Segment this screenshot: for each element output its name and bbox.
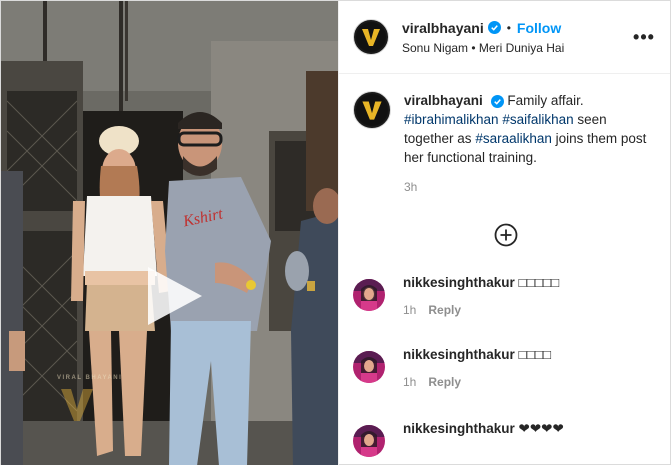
commenter-avatar[interactable] — [353, 425, 385, 457]
comment-text: □□□□ — [518, 347, 552, 362]
comment-item: nikkesinghthakur □□□□ 1h Reply — [353, 347, 551, 389]
comment-username[interactable]: nikkesinghthakur — [403, 347, 515, 362]
play-icon — [148, 267, 202, 325]
header-text: viralbhayani • Follow Sonu Nigam • Meri … — [402, 20, 632, 55]
load-more-comments-button[interactable] — [494, 223, 518, 247]
commenter-avatar-image — [353, 279, 385, 311]
commenter-avatar-image — [353, 351, 385, 383]
more-options-button[interactable]: ••• — [632, 27, 656, 48]
hashtag-link[interactable]: #ibrahimalikhan — [404, 112, 499, 127]
comment-text: □□□□□ — [518, 275, 560, 290]
comment-text: ❤❤❤❤ — [518, 421, 564, 436]
more-options-icon: ••• — [633, 26, 655, 47]
author-username[interactable]: viralbhayani — [402, 20, 484, 36]
caption-author-avatar[interactable] — [353, 91, 391, 129]
comment-item: nikkesinghthakur □□□□□ 1h Reply — [353, 275, 559, 317]
caption-username[interactable]: viralbhayani — [404, 93, 483, 108]
hashtag-link[interactable]: #saraalikhan — [475, 131, 552, 146]
viral-logo-icon — [356, 22, 386, 52]
comment-item: nikkesinghthakur ❤❤❤❤ — [353, 421, 564, 457]
post-side-panel: viralbhayani • Follow Sonu Nigam • Meri … — [338, 1, 670, 465]
comment-body: nikkesinghthakur □□□□ 1h Reply — [403, 347, 551, 389]
comment-time[interactable]: 1h — [403, 375, 416, 389]
reply-button[interactable]: Reply — [428, 375, 461, 389]
video-watermark-text: VIRAL BHAYANI — [57, 375, 123, 381]
comment-line: nikkesinghthakur □□□□□ — [403, 275, 559, 290]
comment-username[interactable]: nikkesinghthakur — [403, 421, 515, 436]
verified-badge-icon — [487, 21, 501, 34]
comment-line: nikkesinghthakur □□□□ — [403, 347, 551, 362]
comment-meta: 1h Reply — [403, 303, 559, 317]
watermark-logo-icon — [61, 389, 93, 421]
caption-timestamp[interactable]: 3h — [404, 178, 656, 197]
separator-dot: • — [506, 20, 511, 35]
post-header: viralbhayani • Follow Sonu Nigam • Meri … — [339, 1, 670, 74]
comment-username[interactable]: nikkesinghthakur — [403, 275, 515, 290]
hashtag-link[interactable]: #saifalikhan — [502, 112, 573, 127]
reply-button[interactable]: Reply — [428, 303, 461, 317]
comment-line: nikkesinghthakur ❤❤❤❤ — [403, 421, 564, 437]
caption-text-start: Family affair. — [507, 93, 584, 108]
caption-body: viralbhayani Family affair. #ibrahimalik… — [404, 91, 656, 197]
comment-body: nikkesinghthakur ❤❤❤❤ — [403, 421, 564, 457]
commenter-avatar[interactable] — [353, 279, 385, 311]
follow-button[interactable]: Follow — [517, 20, 561, 36]
verified-badge-icon — [490, 94, 504, 108]
comment-body: nikkesinghthakur □□□□□ 1h Reply — [403, 275, 559, 317]
commenter-avatar[interactable] — [353, 351, 385, 383]
comment-meta: 1h Reply — [403, 375, 551, 389]
header-top-row: viralbhayani • Follow — [402, 20, 632, 36]
video-frame: Kshirt — [1, 1, 338, 465]
post-caption: viralbhayani Family affair. #ibrahimalik… — [353, 91, 656, 197]
caption-text: viralbhayani Family affair. #ibrahimalik… — [404, 91, 656, 167]
video-media[interactable]: Kshirt VIRAL BHAYANI — [1, 1, 338, 465]
post-dialog: Kshirt VIRAL BHAYANI viralbhayani • Foll… — [0, 0, 671, 465]
commenter-avatar-image — [353, 425, 385, 457]
play-button[interactable] — [140, 263, 206, 329]
audio-track-link[interactable]: Sonu Nigam • Meri Duniya Hai — [402, 41, 632, 55]
author-avatar[interactable] — [353, 19, 389, 55]
viral-logo-icon — [356, 94, 388, 126]
add-circle-icon — [494, 223, 518, 247]
comment-time[interactable]: 1h — [403, 303, 416, 317]
